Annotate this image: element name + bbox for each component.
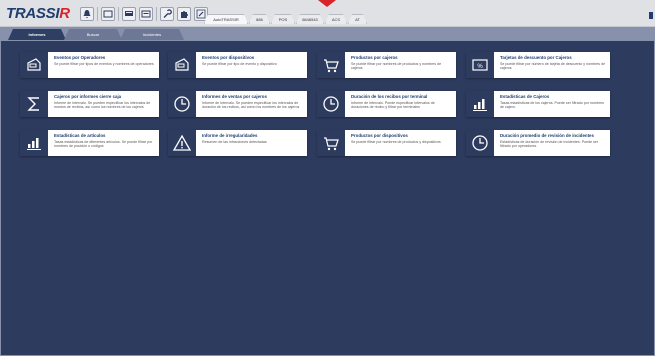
clock-icon bbox=[168, 91, 196, 117]
report-card[interactable]: % Tarjetas de descuento por Cajeros Se pu… bbox=[466, 52, 610, 78]
tab-informes[interactable]: Informes bbox=[8, 29, 66, 40]
report-card[interactable]: Eventos por dispositivos Se puede filtrar… bbox=[168, 52, 307, 78]
tab-6846543[interactable]: 6846543 bbox=[296, 14, 324, 24]
tab-pos[interactable]: POS bbox=[271, 14, 295, 24]
register-icon bbox=[20, 52, 48, 78]
tab-at[interactable]: AT bbox=[348, 14, 367, 24]
report-card[interactable]: Estadísticas de artículos Tasas estadísti… bbox=[20, 130, 159, 156]
tab-acs[interactable]: ACS bbox=[325, 14, 347, 24]
alert-indicator-icon bbox=[318, 0, 336, 7]
report-card[interactable]: Productos por cajeros Se puede filtrar po… bbox=[317, 52, 456, 78]
register-icon bbox=[168, 52, 196, 78]
top-toolbar: TRASSIR AutoTRASSIR 886 POS 6846543 ACS … bbox=[0, 0, 655, 27]
tab-autotrassir[interactable]: AutoTRASSIR bbox=[204, 14, 248, 24]
trassir-logo: TRASSIR bbox=[6, 5, 70, 22]
section-tabs: Informes Buscar Incidentes bbox=[0, 27, 655, 40]
report-card[interactable]: Cajeros por informes cierre caja Informe … bbox=[20, 91, 159, 117]
report-card[interactable]: Duración promedio de revisión de inciden… bbox=[466, 130, 610, 156]
puzzle-icon[interactable] bbox=[177, 7, 191, 21]
percent-icon: % bbox=[466, 52, 494, 78]
bell-icon[interactable] bbox=[80, 7, 94, 21]
tab-886[interactable]: 886 bbox=[249, 14, 270, 24]
bar-chart-icon bbox=[466, 91, 494, 117]
warning-icon bbox=[168, 130, 196, 156]
list-icon[interactable] bbox=[139, 7, 153, 21]
clock-icon bbox=[466, 130, 494, 156]
report-card[interactable]: Informes de ventas por cajeros Informe de… bbox=[168, 91, 307, 117]
report-card[interactable]: Informe de irregularidades Resumen de las… bbox=[168, 130, 307, 156]
edit-icon[interactable] bbox=[194, 7, 208, 21]
grid-icon[interactable] bbox=[101, 7, 115, 21]
clock-icon bbox=[317, 91, 345, 117]
tab-buscar[interactable]: Buscar bbox=[64, 29, 122, 40]
reports-panel: Eventos por Operadores Se puede filtrar p… bbox=[0, 40, 655, 356]
wrench-icon[interactable] bbox=[160, 7, 174, 21]
messages-icon[interactable] bbox=[122, 7, 136, 21]
tab-incidentes[interactable]: Incidentes bbox=[120, 29, 184, 40]
bar-chart-icon bbox=[20, 130, 48, 156]
cart-icon bbox=[317, 52, 345, 78]
report-card[interactable]: Estadísticas de Cajeros Tasas estadística… bbox=[466, 91, 610, 117]
report-card[interactable]: Eventos por Operadores Se puede filtrar p… bbox=[20, 52, 159, 78]
cart-icon bbox=[317, 130, 345, 156]
svg-text:%: % bbox=[477, 64, 483, 70]
panel-indicator bbox=[649, 12, 653, 19]
sigma-icon bbox=[20, 91, 48, 117]
report-card[interactable]: Productos por dispositivos Se puede filtr… bbox=[317, 130, 456, 156]
report-card[interactable]: Duración de los recibos por terminal Info… bbox=[317, 91, 456, 117]
